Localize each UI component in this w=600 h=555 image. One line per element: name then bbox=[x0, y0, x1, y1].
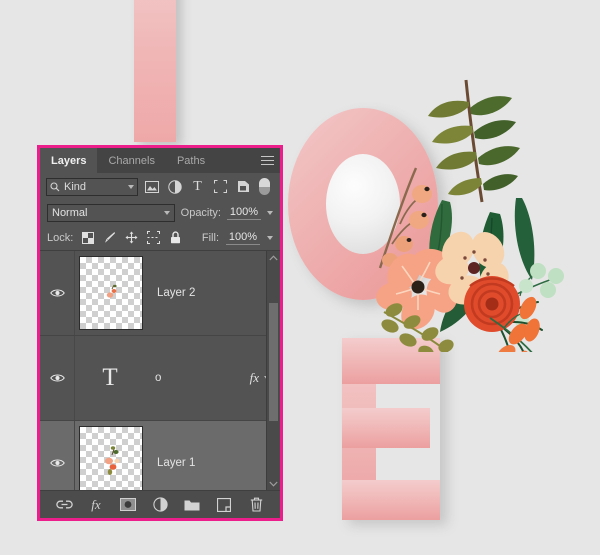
new-group-icon[interactable] bbox=[184, 496, 201, 513]
chevron-down-icon bbox=[128, 184, 134, 189]
eye-icon bbox=[49, 374, 65, 382]
scrollbar-thumb[interactable] bbox=[269, 303, 278, 421]
letter-e-middle-arm bbox=[342, 408, 430, 448]
tab-paths[interactable]: Paths bbox=[165, 148, 217, 173]
lock-row: Lock: Fill: 100% bbox=[40, 225, 280, 250]
pixel-layer-filter-icon[interactable] bbox=[142, 177, 161, 196]
smart-object-filter-icon[interactable] bbox=[234, 177, 253, 196]
layer-list: Layer 2 T o fx Layer 1 bbox=[40, 250, 280, 490]
lock-position-icon[interactable] bbox=[124, 230, 139, 245]
add-layer-mask-icon[interactable] bbox=[120, 496, 137, 513]
letter-e-bottom-arm bbox=[342, 480, 440, 520]
layer-name[interactable]: Layer 1 bbox=[157, 457, 195, 469]
layer-thumbnail[interactable] bbox=[79, 256, 143, 330]
eye-icon bbox=[49, 289, 65, 297]
table-row[interactable]: T o fx bbox=[40, 336, 280, 421]
tab-channels[interactable]: Channels bbox=[97, 148, 166, 173]
scroll-up-arrow-icon[interactable] bbox=[267, 251, 280, 264]
layer-style-fx-icon[interactable]: fx bbox=[88, 496, 105, 513]
layers-bottom-toolbar: fx bbox=[40, 490, 280, 518]
new-layer-icon[interactable] bbox=[216, 496, 233, 513]
layer-visibility-toggle[interactable] bbox=[40, 336, 75, 420]
search-icon bbox=[50, 181, 60, 192]
layer-visibility-toggle[interactable] bbox=[40, 251, 75, 335]
scroll-down-arrow-icon[interactable] bbox=[267, 477, 280, 490]
lock-label: Lock: bbox=[47, 231, 74, 244]
adjustment-layer-filter-icon[interactable] bbox=[165, 177, 184, 196]
lock-transparent-pixels-icon[interactable] bbox=[80, 230, 95, 245]
layer-thumbnail[interactable] bbox=[79, 426, 143, 490]
layer-name[interactable]: o bbox=[155, 372, 161, 384]
red-rose bbox=[464, 276, 520, 332]
panel-tab-strip: Layers Channels Paths bbox=[40, 148, 280, 173]
type-layer-filter-icon[interactable]: T bbox=[188, 177, 207, 196]
tab-layers[interactable]: Layers bbox=[40, 148, 98, 173]
fill-chevron-down-icon[interactable] bbox=[267, 235, 273, 240]
shape-layer-filter-icon[interactable] bbox=[211, 177, 230, 196]
table-row[interactable]: Layer 2 bbox=[40, 251, 280, 336]
filter-enable-toggle[interactable] bbox=[259, 178, 270, 195]
fill-label: Fill: bbox=[201, 231, 219, 244]
letter-l bbox=[134, 0, 176, 142]
chevron-down-icon bbox=[163, 210, 170, 215]
new-adjustment-layer-icon[interactable] bbox=[152, 496, 169, 513]
text-layer-thumbnail[interactable]: T bbox=[79, 342, 141, 414]
layers-panel: Layers Channels Paths Kind T Normal Opac… bbox=[37, 145, 283, 521]
eye-icon bbox=[49, 459, 65, 467]
layer-style-fx-icon: fx bbox=[249, 370, 259, 385]
opacity-label: Opacity: bbox=[180, 206, 221, 219]
floral-bouquet bbox=[370, 72, 570, 352]
opacity-chevron-down-icon[interactable] bbox=[267, 210, 273, 215]
blend-mode-row: Normal Opacity: 100% bbox=[40, 200, 280, 225]
lock-image-pixels-icon[interactable] bbox=[102, 230, 117, 245]
filter-kind-value: Kind bbox=[64, 180, 87, 193]
letter-e bbox=[342, 338, 440, 520]
hamburger-menu-icon[interactable] bbox=[254, 148, 280, 173]
layer-filter-row: Kind T bbox=[40, 173, 280, 200]
olive-branch bbox=[428, 79, 520, 203]
layer-name[interactable]: Layer 2 bbox=[157, 287, 195, 299]
filter-kind-select[interactable]: Kind bbox=[46, 177, 138, 196]
table-row[interactable]: Layer 1 bbox=[40, 421, 280, 490]
layer-list-scrollbar[interactable] bbox=[266, 251, 280, 490]
fill-value[interactable]: 100% bbox=[226, 231, 260, 245]
layer-visibility-toggle[interactable] bbox=[40, 421, 75, 490]
opacity-value[interactable]: 100% bbox=[227, 206, 261, 220]
blend-mode-select[interactable]: Normal bbox=[47, 203, 175, 222]
delete-layer-icon[interactable] bbox=[248, 496, 265, 513]
lock-artboard-nesting-icon[interactable] bbox=[146, 230, 161, 245]
link-layers-icon[interactable] bbox=[55, 496, 73, 513]
lock-all-icon[interactable] bbox=[168, 230, 183, 245]
blend-mode-value: Normal bbox=[52, 206, 88, 219]
